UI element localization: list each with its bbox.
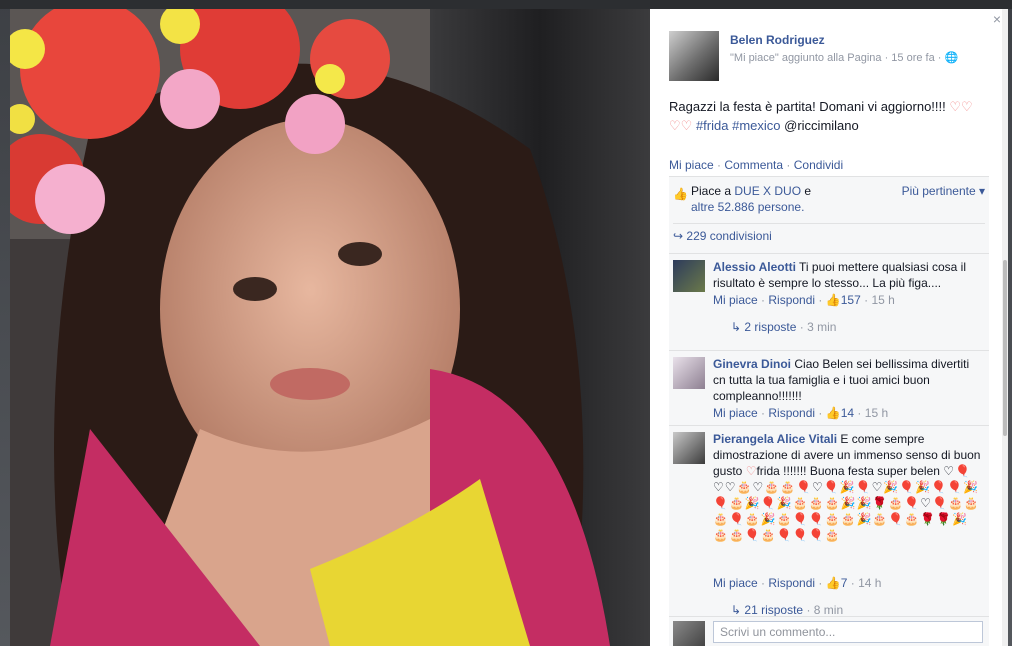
- separator-dot: ·: [799, 320, 804, 334]
- like-link[interactable]: Mi piace: [669, 158, 714, 172]
- commenter-avatar[interactable]: [673, 357, 705, 389]
- post-actions: Mi piace · Commenta · Condividi: [669, 158, 843, 172]
- post-text: Ragazzi la festa è partita! Domani vi ag…: [669, 97, 989, 135]
- comment-like-count[interactable]: 7: [841, 576, 848, 590]
- separator-dot: ·: [761, 576, 766, 590]
- heart-emoji: ♡♡: [669, 118, 693, 133]
- backdrop-top-bar: [0, 0, 1012, 9]
- replies-link[interactable]: ↳ 21 risposte · 8 min: [731, 603, 843, 617]
- comment-like-link[interactable]: Mi piace: [713, 576, 758, 590]
- scrollbar-thumb[interactable]: [1003, 260, 1007, 436]
- mention-riccimilano[interactable]: @riccimilano: [784, 118, 859, 133]
- post-photo[interactable]: [10, 9, 650, 646]
- shares-count[interactable]: ↪ 229 condivisioni: [673, 223, 985, 243]
- comment-item: Pierangela Alice Vitali E come sempre di…: [669, 425, 989, 617]
- commenter-name[interactable]: Pierangela Alice Vitali: [713, 432, 837, 446]
- likes-others-link[interactable]: altre 52.886 persone.: [691, 200, 804, 214]
- comment-like-count[interactable]: 14: [841, 406, 854, 420]
- separator-dot: ·: [850, 576, 855, 590]
- comment-body: Ginevra Dinoi Ciao Belen sei bellissima …: [713, 356, 983, 404]
- post-meta-text: "Mi piace" aggiunto alla Pagina · 15 ore…: [730, 52, 945, 64]
- comment-like-count[interactable]: 157: [841, 293, 861, 307]
- post-meta: "Mi piace" aggiunto alla Pagina · 15 ore…: [730, 51, 958, 64]
- replies-link[interactable]: ↳ 2 risposte · 3 min: [731, 320, 836, 334]
- likes-prefix: Piace a: [691, 184, 735, 198]
- separator-dot: ·: [818, 576, 823, 590]
- replies-time: 3 min: [807, 320, 837, 334]
- comment-like-link[interactable]: Mi piace: [713, 293, 758, 307]
- comment-actions: Mi piace · Rispondi · 👍14 · 15 h: [713, 406, 888, 420]
- comment-reply-link[interactable]: Rispondi: [768, 293, 815, 307]
- comment-actions: Mi piace · Rispondi · 👍7 · 14 h: [713, 576, 881, 590]
- thumbs-up-icon: 👍: [825, 406, 841, 420]
- separator-dot: ·: [761, 406, 766, 420]
- separator-dot: ·: [864, 293, 869, 307]
- comment-time[interactable]: 14 h: [858, 576, 881, 590]
- comment-reply-link[interactable]: Rispondi: [768, 576, 815, 590]
- commenter-name[interactable]: Alessio Aleotti: [713, 260, 796, 274]
- commenter-avatar[interactable]: [673, 432, 705, 464]
- separator-dot: ·: [818, 406, 823, 420]
- comment-composer: [669, 616, 989, 646]
- thumbs-up-icon: 👍: [673, 187, 688, 201]
- replies-count: 2 risposte: [744, 320, 797, 334]
- thumbs-up-icon: 👍: [825, 576, 841, 590]
- shares-text: 229 condivisioni: [686, 229, 772, 243]
- author-avatar[interactable]: [669, 31, 719, 81]
- comment-item: Alessio Aleotti Ti puoi mettere qualsias…: [669, 253, 989, 350]
- comment-sort-dropdown[interactable]: Più pertinente ▾: [902, 183, 985, 199]
- share-link[interactable]: Condividi: [794, 158, 843, 172]
- comment-time[interactable]: 15 h: [871, 293, 894, 307]
- likes-suffix: e: [801, 184, 812, 198]
- separator-dot: ·: [717, 158, 722, 172]
- hashtag-frida[interactable]: #frida: [696, 118, 729, 133]
- reply-arrow-icon: ↳: [731, 320, 742, 334]
- separator-dot: ·: [761, 293, 766, 307]
- commenter-avatar[interactable]: [673, 260, 705, 292]
- comment-item: Ginevra Dinoi Ciao Belen sei bellissima …: [669, 350, 989, 425]
- separator-dot: ·: [857, 406, 862, 420]
- post-detail-panel: × Belen Rodriguez "Mi piace" aggiunto al…: [650, 9, 1007, 646]
- likes-text: Piace a DUE X DUO e altre 52.886 persone…: [691, 183, 821, 215]
- comment-body: Alessio Aleotti Ti puoi mettere qualsias…: [713, 259, 983, 291]
- comment-like-link[interactable]: Mi piace: [713, 406, 758, 420]
- likes-page-link[interactable]: DUE X DUO: [734, 184, 801, 198]
- hashtag-mexico[interactable]: #mexico: [732, 118, 780, 133]
- comment-link[interactable]: Commenta: [724, 158, 783, 172]
- comment-actions: Mi piace · Rispondi · 👍157 · 15 h: [713, 293, 895, 307]
- comment-body: Pierangela Alice Vitali E come sempre di…: [713, 431, 983, 543]
- globe-icon: 🌐: [944, 52, 959, 64]
- commenter-name[interactable]: Ginevra Dinoi: [713, 357, 791, 371]
- reply-arrow-icon: ↳: [731, 603, 742, 617]
- comment-time[interactable]: 15 h: [865, 406, 888, 420]
- share-arrow-icon: ↪: [673, 229, 684, 243]
- comment-reply-link[interactable]: Rispondi: [768, 406, 815, 420]
- replies-count: 21 risposte: [744, 603, 804, 617]
- separator-dot: ·: [786, 158, 791, 172]
- comment-input[interactable]: [713, 621, 983, 643]
- comment-text-continued: frida !!!!!!! Buona festa super belen: [756, 464, 944, 478]
- post-text-body: Ragazzi la festa è partita! Domani vi ag…: [669, 99, 950, 114]
- author-name[interactable]: Belen Rodriguez: [730, 33, 825, 47]
- replies-time: 8 min: [813, 603, 844, 617]
- separator-dot: ·: [818, 293, 823, 307]
- close-icon[interactable]: ×: [993, 11, 1001, 27]
- likes-summary: 👍 Piace a DUE X DUO e altre 52.886 perso…: [673, 183, 985, 217]
- feedback-section: 👍 Piace a DUE X DUO e altre 52.886 perso…: [669, 176, 989, 646]
- heart-emoji: ♡♡: [949, 99, 973, 114]
- thumbs-up-icon: 👍: [825, 293, 841, 307]
- viewer-avatar: [673, 621, 705, 646]
- separator-dot: ·: [806, 603, 811, 617]
- heart-emoji: ♡: [745, 464, 757, 478]
